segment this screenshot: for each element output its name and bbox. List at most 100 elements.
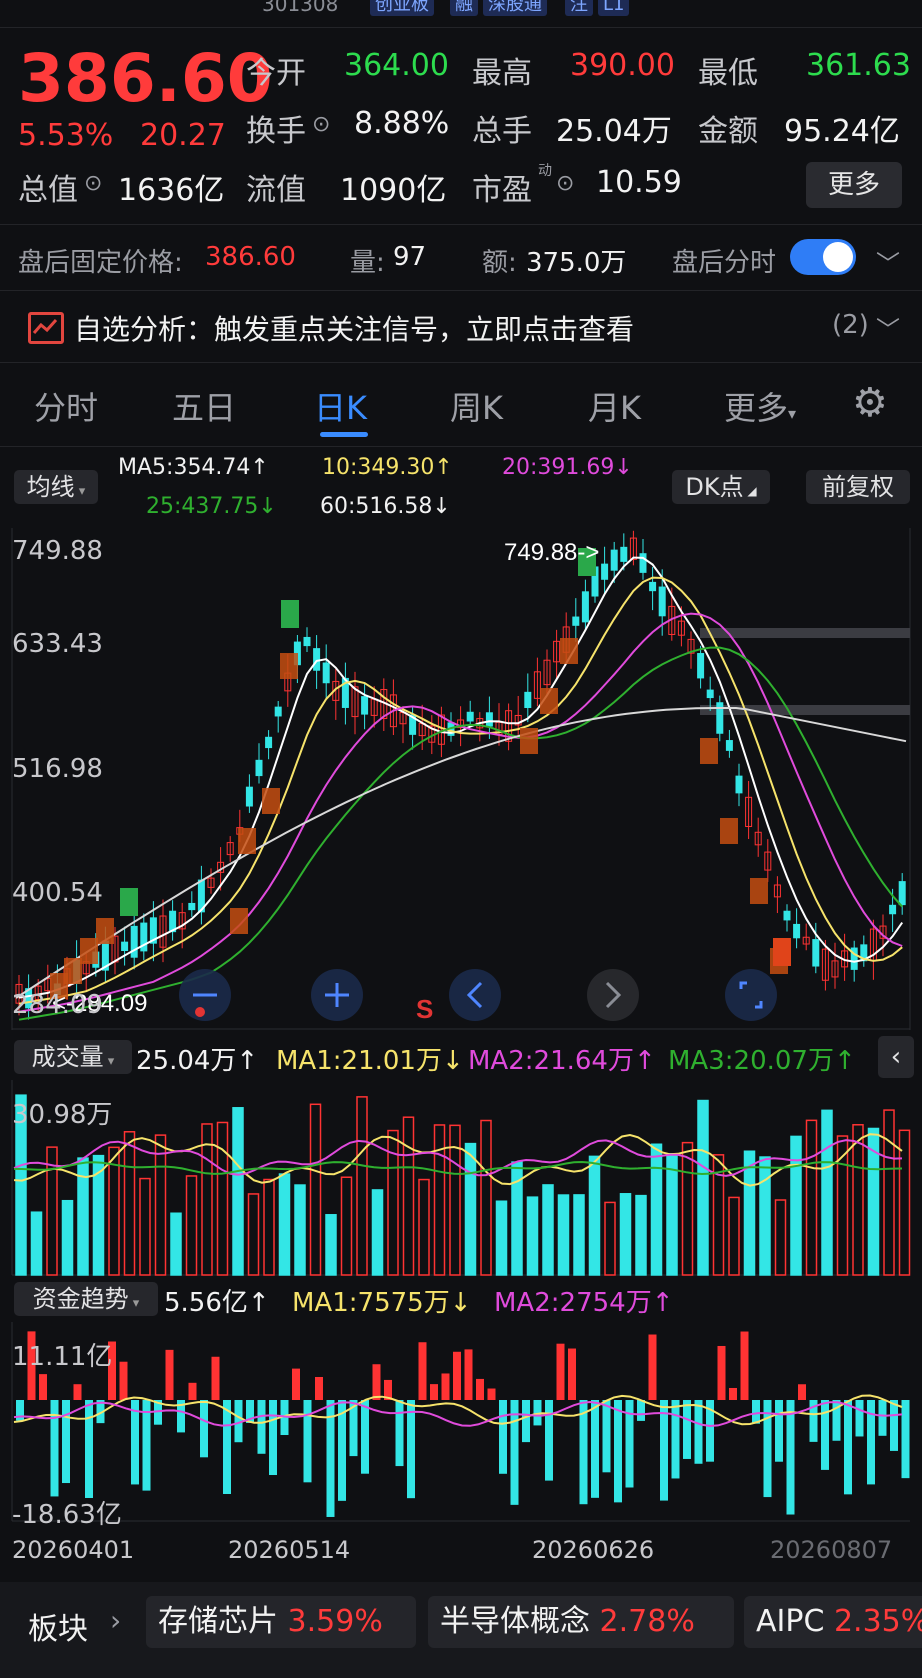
analysis-text[interactable]: 自选分析：触发重点关注信号，立即点击查看 <box>74 308 634 348</box>
indicator-select[interactable]: 均线 ▾ <box>14 470 98 504</box>
fund-bar <box>844 1400 852 1495</box>
fund-chart[interactable] <box>0 1322 922 1522</box>
candle-body <box>322 662 330 684</box>
volume-indicator-select[interactable]: 成交量 ▾ <box>14 1040 132 1074</box>
fund-bar <box>568 1348 576 1400</box>
volume-bar <box>402 1116 415 1276</box>
volume-bar <box>325 1214 337 1276</box>
gear-icon[interactable]: ⚙ <box>852 380 888 426</box>
volume-ma1: MA1:21.01万↓ <box>276 1046 464 1076</box>
tag-level: L1 <box>598 0 630 16</box>
current-price: 386.60 <box>18 40 273 117</box>
scroll-right-button[interactable] <box>587 969 639 1021</box>
kline-chart[interactable]: 749.88-> <-284.09 S <box>0 528 922 1030</box>
volume-bar <box>526 1196 539 1276</box>
volume-bar <box>123 1131 136 1276</box>
ma60-value: 60:516.58↓ <box>320 494 451 519</box>
zoom-out-button[interactable] <box>179 969 231 1021</box>
collapse-panel-button[interactable]: ‹ <box>878 1036 914 1078</box>
pe-superscript: 动 <box>538 163 552 179</box>
sector-chip-aipc[interactable]: AIPC 2.35% <box>744 1596 922 1648</box>
chevron-right-icon[interactable]: › <box>110 1604 121 1637</box>
afterhours-vol: 97 <box>393 242 427 272</box>
fund-bar <box>131 1400 139 1485</box>
candle-body <box>610 549 618 571</box>
chevron-down-icon[interactable]: ﹀ <box>876 310 900 345</box>
volume-bar <box>263 1178 275 1276</box>
sector-chip-semiconductor[interactable]: 半导体概念 2.78% <box>428 1596 734 1648</box>
tab-minute[interactable]: 分时 <box>34 383 98 429</box>
volume-bar <box>542 1184 554 1276</box>
volume-bar <box>774 1199 787 1276</box>
fund-bar <box>694 1400 703 1464</box>
tab-more[interactable]: 更多▾ <box>724 383 796 429</box>
candle-body <box>581 591 589 623</box>
info-icon[interactable]: ⊙ <box>84 171 102 196</box>
afterhours-toggle[interactable] <box>790 239 856 275</box>
candle-body <box>485 712 493 727</box>
fund-bar <box>441 1373 450 1400</box>
high-label: 最高 <box>472 56 532 91</box>
fullscreen-icon[interactable] <box>725 969 777 1021</box>
td-count-mark <box>262 788 280 814</box>
volume-bar <box>805 1119 818 1276</box>
ma5-value: MA5:354.74↑ <box>118 455 269 480</box>
volume-bar <box>666 1153 678 1276</box>
info-icon[interactable]: ⊙ <box>312 112 330 137</box>
fund-indicator-select[interactable]: 资金趋势 ▾ <box>14 1282 158 1316</box>
td-count-mark <box>230 908 248 934</box>
volume-bar <box>216 1121 229 1276</box>
candle-body <box>274 706 282 717</box>
fund-bar <box>775 1400 783 1462</box>
sell-marker: S <box>416 994 433 1024</box>
dk-point-button[interactable]: DK点 ◢ <box>672 470 770 504</box>
fund-bar <box>786 1400 795 1515</box>
candle-body <box>697 653 705 679</box>
ma10-value: 10:349.30↑ <box>322 455 453 480</box>
tab-daily-k[interactable]: 日K <box>314 383 367 429</box>
chevron-down-icon[interactable]: ﹀ <box>876 244 900 279</box>
fund-bar <box>200 1400 208 1458</box>
fund-bar <box>855 1400 864 1437</box>
td-nine-mark <box>773 938 791 966</box>
tab-five-day[interactable]: 五日 <box>172 383 236 429</box>
fund-bar <box>223 1400 231 1494</box>
volume-bar <box>557 1194 570 1276</box>
fund-bar <box>763 1400 772 1498</box>
td-count-mark <box>720 818 738 844</box>
fund-bar <box>717 1345 726 1400</box>
fund-bar <box>890 1400 898 1451</box>
adjust-button[interactable]: 前复权 <box>806 470 910 504</box>
fund-bar <box>729 1387 737 1400</box>
tab-weekly-k[interactable]: 周K <box>450 383 503 429</box>
volume-bar <box>108 1146 120 1276</box>
volume-chart[interactable] <box>0 1080 922 1276</box>
info-icon[interactable]: ⊙ <box>556 171 574 196</box>
amount-label: 金额 <box>698 114 758 149</box>
fund-bar <box>211 1356 220 1400</box>
tag-registered: 注 <box>565 0 593 16</box>
fund-bar <box>901 1400 910 1479</box>
zoom-in-button[interactable] <box>311 969 363 1021</box>
td-count-mark <box>64 958 82 984</box>
low-label: 最低 <box>698 56 758 91</box>
volume-bar <box>883 1109 895 1276</box>
pe-value: 10.59 <box>596 165 682 200</box>
candle-body <box>649 581 657 592</box>
volume-bar <box>495 1200 508 1276</box>
fund-bar <box>395 1400 404 1467</box>
scroll-left-button[interactable] <box>449 969 501 1021</box>
y-label-max: 749.88 <box>12 536 103 566</box>
ma25-value: 25:437.75↓ <box>146 494 277 519</box>
fund-bar <box>142 1400 151 1491</box>
sector-label: 板块 <box>28 1612 88 1647</box>
sector-chip-storage[interactable]: 存储芯片 3.59% <box>146 1596 416 1648</box>
more-button[interactable]: 更多 <box>806 162 902 208</box>
y-label-4: 400.54 <box>12 878 103 908</box>
volume-bar <box>30 1211 43 1276</box>
tab-monthly-k[interactable]: 月K <box>588 383 641 429</box>
change-amount: 20.27 <box>140 118 226 153</box>
volume-bar <box>154 1134 167 1276</box>
td-count-mark <box>560 638 578 664</box>
float-value: 1090亿 <box>340 173 447 208</box>
